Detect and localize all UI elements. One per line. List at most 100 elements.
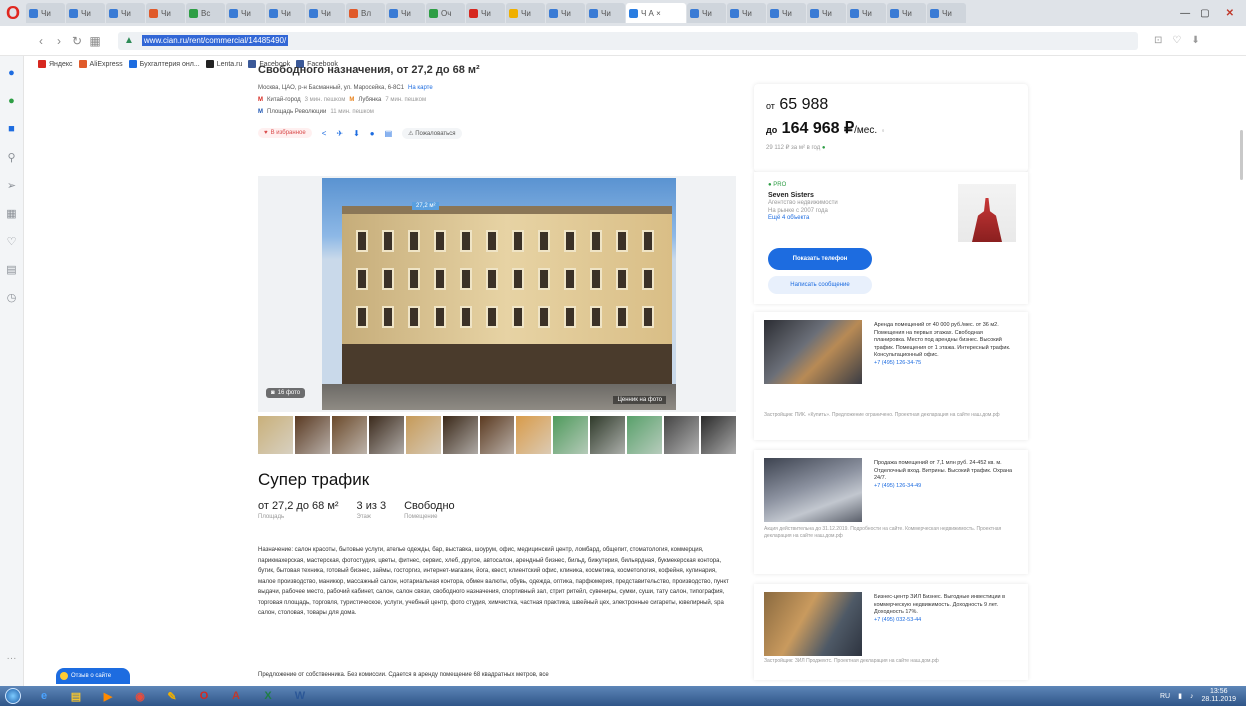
minimize-icon[interactable]: — <box>1180 8 1190 19</box>
bookmark-icon[interactable]: ♡ <box>1172 35 1181 46</box>
photo-thumbnail[interactable] <box>553 416 589 454</box>
photo-thumbnail[interactable] <box>627 416 663 454</box>
photo-thumbnail[interactable] <box>664 416 700 454</box>
browser-tab[interactable]: Чи <box>106 3 145 23</box>
browser-tab[interactable]: Чи <box>306 3 345 23</box>
scrollbar[interactable] <box>1240 130 1243 180</box>
bookmark-item[interactable]: AliExpress <box>78 60 123 68</box>
share-icon[interactable]: < <box>322 129 327 138</box>
ad-image[interactable] <box>764 458 862 522</box>
photo-gallery[interactable]: 27,2 м² ◙ 16 фото Ценник на фото <box>258 176 736 412</box>
metro-name[interactable]: Китай-город <box>267 97 301 103</box>
photo-thumbnail[interactable] <box>294 416 330 454</box>
search-icon[interactable]: ⚲ <box>5 150 19 164</box>
photo-thumbnail[interactable] <box>590 416 626 454</box>
photo-thumbnail[interactable] <box>258 416 293 454</box>
ad-image[interactable] <box>764 320 862 384</box>
apps-grid-icon[interactable]: ▦ <box>5 206 19 220</box>
news-icon[interactable]: ▤ <box>5 262 19 276</box>
speed-dial-icon[interactable]: ▦ <box>88 34 102 48</box>
ad-card-3[interactable]: Бизнес-центр ЗИЛ Бизнес. Выгодные инвест… <box>754 584 1028 680</box>
browser-tab[interactable]: Чи <box>266 3 305 23</box>
history-icon[interactable]: ◷ <box>5 290 19 304</box>
browser-tab[interactable]: Чи <box>546 3 585 23</box>
photo-thumbnail[interactable] <box>368 416 404 454</box>
metro-name[interactable]: Лубянка <box>358 97 381 103</box>
photo-thumbnail[interactable] <box>479 416 515 454</box>
clock[interactable]: 13:56 28.11.2019 <box>1201 688 1236 704</box>
browser-tab[interactable]: Чи <box>767 3 806 23</box>
whatsapp-icon[interactable]: ● <box>5 94 19 108</box>
paint-taskbar-icon[interactable]: ✎ <box>158 687 186 705</box>
facebook-share-icon[interactable]: ▤ <box>385 129 393 138</box>
show-phone-button[interactable]: Показать телефон <box>768 248 872 270</box>
browser-tab[interactable]: Вл <box>346 3 385 23</box>
download-share-icon[interactable]: ⬇ <box>353 129 360 138</box>
photo-thumbnail[interactable] <box>405 416 441 454</box>
browser-tab[interactable]: Чи <box>727 3 766 23</box>
browser-tab[interactable]: Чи <box>226 3 265 23</box>
photo-counter[interactable]: ◙ 16 фото <box>266 388 306 398</box>
ie-taskbar-icon[interactable]: e <box>30 687 58 705</box>
browser-tab[interactable]: Оч <box>426 3 465 23</box>
explorer-taskbar-icon[interactable]: ▤ <box>62 687 90 705</box>
browser-tab[interactable]: Чи <box>847 3 886 23</box>
vk-share-icon[interactable]: ✈ <box>336 129 343 138</box>
print-icon[interactable]: ● <box>370 129 375 138</box>
send-icon[interactable]: ➢ <box>5 178 19 192</box>
browser-tab[interactable]: Чи <box>466 3 505 23</box>
language-icon[interactable]: RU <box>1160 693 1170 700</box>
opera-menu-icon[interactable]: O <box>0 0 26 26</box>
messenger-icon[interactable]: ● <box>5 66 19 80</box>
snapshot-icon[interactable]: ⊡ <box>1154 35 1162 46</box>
excel-taskbar-icon[interactable]: X <box>254 687 282 705</box>
chrome-taskbar-icon[interactable]: ◉ <box>126 687 154 705</box>
url-text[interactable]: www.cian.ru/rent/commercial/14485490/ <box>141 35 289 46</box>
reload-icon[interactable]: ↻ <box>70 34 84 48</box>
network-icon[interactable]: ▮ <box>1178 692 1182 700</box>
volume-icon[interactable]: ♪ <box>1190 693 1194 700</box>
photo-thumbnail[interactable] <box>516 416 552 454</box>
photo-thumbnail[interactable] <box>442 416 478 454</box>
ad-image[interactable] <box>764 592 862 656</box>
bookmark-item[interactable]: Бухгалтерия онл... <box>128 60 200 68</box>
browser-tab[interactable]: Чи <box>586 3 625 23</box>
word-taskbar-icon[interactable]: W <box>286 687 314 705</box>
acrobat-taskbar-icon[interactable]: A <box>222 687 250 705</box>
media-taskbar-icon[interactable]: ▶ <box>94 687 122 705</box>
favorite-button[interactable]: ♥ В избранное <box>258 128 312 138</box>
download-icon[interactable]: ⬇ <box>1191 35 1199 46</box>
bookmark-item[interactable]: Яндекс <box>38 60 73 68</box>
price-info-icon[interactable]: ◦ <box>882 126 885 135</box>
close-window-icon[interactable]: ✕ <box>1219 5 1240 21</box>
back-icon[interactable]: ‹ <box>34 34 48 48</box>
browser-tab[interactable]: Чи <box>887 3 926 23</box>
browser-tab[interactable]: Чи <box>26 3 65 23</box>
more-icon[interactable]: ··· <box>7 653 17 664</box>
ad-phone[interactable]: +7 (495) 032-53-44 <box>874 617 921 623</box>
ad-card-1[interactable]: Аренда помещений от 40 000 руб./мес. от … <box>754 312 1028 440</box>
heart-icon[interactable]: ♡ <box>5 234 19 248</box>
browser-tab[interactable]: Чи <box>506 3 545 23</box>
vk-icon[interactable]: ■ <box>5 122 19 136</box>
metro-name[interactable]: Площадь Революции <box>267 109 326 115</box>
browser-tab[interactable]: Чи <box>807 3 846 23</box>
photo-thumbnail[interactable] <box>331 416 367 454</box>
ad-phone[interactable]: +7 (495) 126-34-75 <box>874 360 921 366</box>
ad-card-2[interactable]: Продажа помещений от 7,1 млн руб. 24-452… <box>754 450 1028 574</box>
map-link[interactable]: На карте <box>408 85 433 91</box>
photo-thumbnail[interactable] <box>701 416 736 454</box>
maximize-icon[interactable]: ▢ <box>1200 8 1209 19</box>
forward-icon[interactable]: › <box>52 34 66 48</box>
url-field[interactable]: ▲ www.cian.ru/rent/commercial/14485490/ <box>118 31 1138 50</box>
browser-tab[interactable]: Чи <box>66 3 105 23</box>
start-button[interactable] <box>0 686 26 706</box>
complain-button[interactable]: ⚠ Пожаловаться <box>402 127 462 139</box>
browser-tab[interactable]: Чи <box>386 3 425 23</box>
browser-tab[interactable]: Чи <box>687 3 726 23</box>
send-message-button[interactable]: Написать сообщение <box>768 276 872 294</box>
ad-phone[interactable]: +7 (495) 126-34-49 <box>874 483 921 489</box>
active-tab[interactable]: Ч А × <box>626 3 686 23</box>
browser-tab[interactable]: Вс <box>186 3 225 23</box>
bookmark-item[interactable]: Lenta.ru <box>205 60 242 68</box>
